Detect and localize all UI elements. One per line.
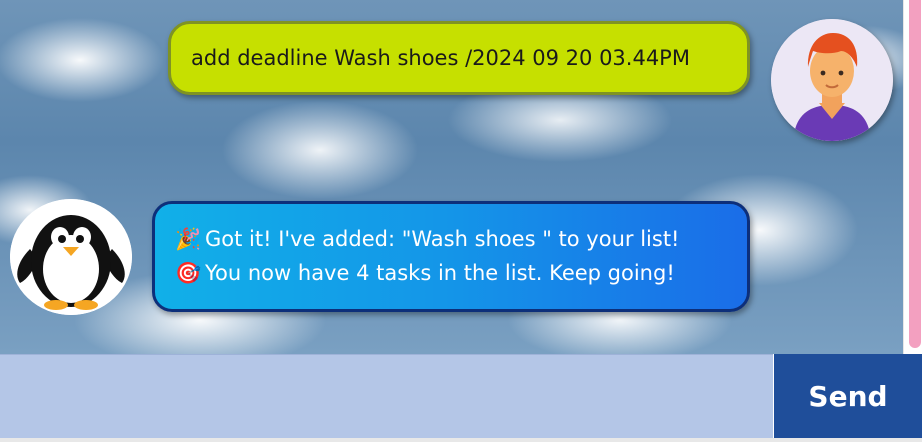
bot-message-text: Got it! I've added: "Wash shoes " to you… xyxy=(205,227,680,251)
chat-scrollbar[interactable] xyxy=(903,0,922,354)
scrollbar-thumb[interactable] xyxy=(909,0,921,348)
bot-message-line: 🎉 Got it! I've added: "Wash shoes " to yo… xyxy=(175,222,747,256)
chat-scroll-pane[interactable]: add deadline Wash shoes /2024 09 20 03.4… xyxy=(0,0,904,354)
input-bar: Send xyxy=(0,354,922,442)
target-icon: 🎯 xyxy=(175,261,202,285)
user-message-bubble: add deadline Wash shoes /2024 09 20 03.4… xyxy=(168,21,750,95)
window-bottom-edge xyxy=(0,438,922,442)
penguin-avatar-icon xyxy=(10,199,132,315)
person-avatar-icon xyxy=(771,19,893,141)
chat-app: add deadline Wash shoes /2024 09 20 03.4… xyxy=(0,0,922,442)
message-input[interactable] xyxy=(0,354,773,438)
bot-message-bubble: 🎉 Got it! I've added: "Wash shoes " to yo… xyxy=(152,201,750,312)
bot-message-text: You now have 4 tasks in the list. Keep g… xyxy=(205,261,675,285)
send-button[interactable]: Send xyxy=(774,354,922,438)
user-message-text: add deadline Wash shoes /2024 09 20 03.4… xyxy=(191,46,690,70)
party-popper-icon: 🎉 xyxy=(175,227,202,251)
bot-message-line: 🎯 You now have 4 tasks in the list. Keep … xyxy=(175,256,747,290)
